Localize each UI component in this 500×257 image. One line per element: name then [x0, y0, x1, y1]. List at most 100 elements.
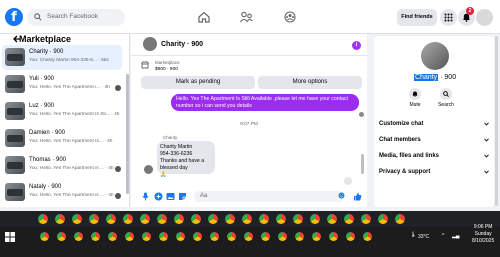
- conversation-item[interactable]: Damien · 900 You: Hello. Yes The Apartme…: [2, 126, 122, 151]
- find-friends-button[interactable]: Find friends: [397, 9, 437, 26]
- windows-start-icon[interactable]: [5, 232, 15, 242]
- listing-detail: $900 · 900: [155, 67, 178, 72]
- mark-as-pending-button[interactable]: Mark as pending: [141, 76, 255, 89]
- seen-avatar: [115, 166, 121, 172]
- browser-tab-icon[interactable]: [395, 214, 405, 224]
- taskbar-app-icon[interactable]: [40, 232, 49, 241]
- incoming-message: Charity Martin 954-336-6236 Thanks and h…: [157, 141, 215, 178]
- conversation-item[interactable]: Thomas · 900 You: Hello. Yes The Apartme…: [2, 153, 122, 178]
- message-timestamp: 9:07 PM: [240, 122, 258, 127]
- chevron-up-icon[interactable]: ^: [442, 233, 444, 239]
- taskbar-app-icon[interactable]: [108, 232, 117, 241]
- taskbar-app-icon[interactable]: [74, 232, 83, 241]
- taskbar-app-icon[interactable]: [142, 232, 151, 241]
- taskbar-app-icon[interactable]: [278, 232, 287, 241]
- browser-tab-icon[interactable]: [259, 214, 269, 224]
- browser-tab-icon[interactable]: [174, 214, 184, 224]
- taskbar-app-icon[interactable]: [312, 232, 321, 241]
- browser-tab-icon[interactable]: [344, 214, 354, 224]
- incoming-line: Thanks and have a blessed day: [160, 158, 205, 171]
- mic-icon[interactable]: [142, 192, 149, 201]
- chat-scrollbar[interactable]: [361, 154, 364, 174]
- info-icon[interactable]: i: [352, 41, 361, 50]
- menu-button[interactable]: [440, 9, 457, 26]
- emoji-icon[interactable]: [338, 192, 345, 199]
- conversation-item[interactable]: Nataly · 900 You: Hello. Yes The Apartme…: [2, 180, 122, 205]
- profile-avatar[interactable]: [421, 42, 449, 70]
- profile-name-highlighted: Charity: [414, 74, 439, 81]
- taskbar-app-icon[interactable]: [346, 232, 355, 241]
- browser-tab-icon[interactable]: [242, 214, 252, 224]
- temperature[interactable]: 33°C: [418, 234, 429, 240]
- taskbar-app-icon[interactable]: [210, 232, 219, 241]
- browser-tab-icon[interactable]: [208, 214, 218, 224]
- back-arrow-icon[interactable]: [13, 35, 21, 43]
- chat-details-panel: Charity · 900 Mute Search Customize chat…: [367, 34, 500, 207]
- browser-tab-icon[interactable]: [378, 214, 388, 224]
- search-icon: [34, 13, 42, 21]
- browser-tab-icon[interactable]: [140, 214, 150, 224]
- conversation-item[interactable]: Charity · 900 You: Charity Martin 954-33…: [2, 45, 122, 70]
- browser-tab-icon[interactable]: [89, 214, 99, 224]
- network-icon[interactable]: ▂▄: [452, 233, 459, 239]
- listing-thumbnail: [5, 75, 25, 93]
- conversation-item[interactable]: Luz · 900 You: Hello. Yes The Apartment …: [2, 99, 122, 124]
- search-in-chat-button[interactable]: Search: [436, 88, 456, 108]
- mute-button[interactable]: Mute: [405, 88, 425, 108]
- groups-icon[interactable]: [284, 11, 296, 23]
- conversation-preview: You: Hello. Yes The Apartment is ... · 4…: [29, 166, 114, 171]
- browser-tab-icon[interactable]: [293, 214, 303, 224]
- details-scrollbar[interactable]: [495, 36, 498, 206]
- listing-label: Marketplace: [155, 60, 180, 65]
- taskbar-app-icon[interactable]: [295, 232, 304, 241]
- taskbar-app-icon[interactable]: [329, 232, 338, 241]
- privacy-support-row[interactable]: Privacy & support: [379, 169, 489, 175]
- browser-tab-icon[interactable]: [310, 214, 320, 224]
- browser-tab-icon[interactable]: [38, 214, 48, 224]
- conversation-name: Nataly · 900: [29, 184, 62, 190]
- conversation-item[interactable]: Yuli · 900 You: Hello. Yes The Apartment…: [2, 72, 122, 97]
- weather-icon[interactable]: 🌡: [410, 232, 416, 238]
- taskbar-app-icon[interactable]: [193, 232, 202, 241]
- account-avatar[interactable]: [476, 9, 493, 26]
- customize-chat-row[interactable]: Customize chat: [379, 121, 489, 127]
- search-box[interactable]: Search Facebook: [27, 9, 125, 26]
- chat-members-row[interactable]: Chat members: [379, 137, 489, 143]
- browser-tab-icon[interactable]: [123, 214, 133, 224]
- add-icon[interactable]: [154, 192, 163, 201]
- facebook-logo[interactable]: f: [5, 8, 23, 26]
- more-options-button[interactable]: More options: [258, 76, 362, 89]
- chat-title[interactable]: Charity · 900: [161, 41, 203, 48]
- taskbar-app-icon[interactable]: [91, 232, 100, 241]
- taskbar-app-icon[interactable]: [227, 232, 236, 241]
- photo-icon[interactable]: [166, 192, 175, 201]
- browser-tab-icon[interactable]: [72, 214, 82, 224]
- friends-icon[interactable]: [240, 11, 253, 23]
- browser-tab-icon[interactable]: [327, 214, 337, 224]
- taskbar-app-icon[interactable]: [244, 232, 253, 241]
- taskbar-app-icon[interactable]: [57, 232, 66, 241]
- taskbar-app-icon[interactable]: [261, 232, 270, 241]
- browser-tab-icon[interactable]: [225, 214, 235, 224]
- row-label: Chat members: [379, 137, 421, 143]
- like-icon[interactable]: [353, 192, 362, 201]
- taskbar-app-icon[interactable]: [159, 232, 168, 241]
- taskbar-app-icon[interactable]: [125, 232, 134, 241]
- media-files-links-row[interactable]: Media, files and links: [379, 153, 489, 159]
- bell-icon: [412, 91, 418, 97]
- browser-tab-icon[interactable]: [55, 214, 65, 224]
- browser-tab-icon[interactable]: [157, 214, 167, 224]
- inbox-scrollbar[interactable]: [126, 74, 129, 194]
- contact-avatar[interactable]: [143, 37, 157, 51]
- browser-tab-icon[interactable]: [361, 214, 371, 224]
- scroll-down-button[interactable]: [344, 177, 352, 185]
- browser-tab-icon[interactable]: [106, 214, 116, 224]
- taskbar-app-icon[interactable]: [363, 232, 372, 241]
- taskbar-app-icon[interactable]: [176, 232, 185, 241]
- sticker-icon[interactable]: [178, 192, 187, 201]
- clock[interactable]: 9:06 PM Sunday 8/10/2025: [472, 224, 494, 245]
- home-icon[interactable]: [198, 11, 210, 23]
- message-input[interactable]: Aa: [194, 191, 344, 202]
- browser-tab-icon[interactable]: [191, 214, 201, 224]
- browser-tab-icon[interactable]: [276, 214, 286, 224]
